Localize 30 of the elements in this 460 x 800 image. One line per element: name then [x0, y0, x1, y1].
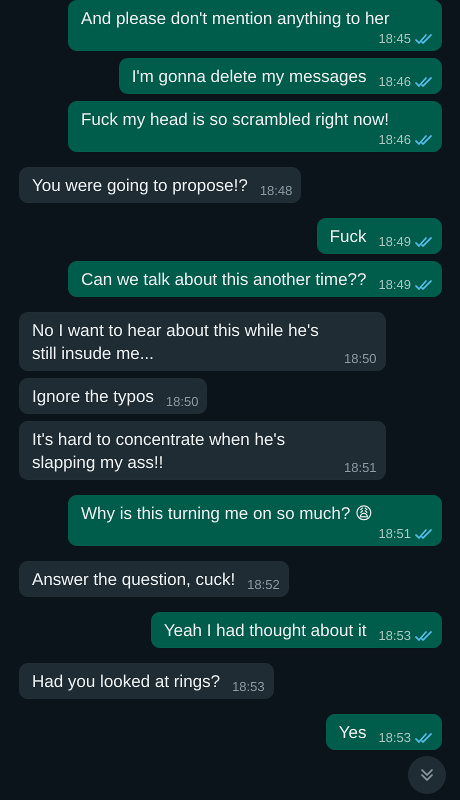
message-time: 18:48	[260, 182, 292, 200]
message-text: Fuck my head is so scrambled right now!	[81, 109, 390, 131]
message-text: Yes	[338, 722, 366, 744]
message-time: 18:46	[378, 73, 411, 91]
message-text: It's hard to concentrate when he's slapping my ass!!	[32, 429, 286, 474]
double-chevron-down-icon	[419, 767, 435, 783]
message-time: 18:53	[378, 729, 411, 747]
message-text: You were going to propose!?	[32, 175, 248, 197]
message-time: 18:51	[378, 525, 411, 543]
message-time: 18:46	[378, 131, 411, 149]
message-text: Why is this turning me on so much? 😩	[81, 503, 373, 525]
message-text: Can we talk about this another time??	[81, 269, 366, 291]
message-time: 18:52	[247, 576, 280, 594]
message-time: 18:51	[344, 459, 377, 477]
message-text: Fuck	[330, 226, 366, 248]
message-text: And please don't mention anything to her	[81, 8, 390, 30]
message-time: 18:49	[378, 276, 411, 294]
message-text: Yeah I had thought about it	[164, 620, 366, 642]
message-text: Answer the question, cuck!	[32, 569, 236, 591]
message-text: I'm gonna delete my messages	[132, 66, 366, 88]
message-time: 18:53	[378, 627, 411, 645]
message-text: Had you looked at rings?	[32, 671, 220, 693]
message-time: 18:53	[232, 678, 265, 696]
scroll-down-button[interactable]	[408, 756, 446, 794]
message-time: 18:49	[378, 233, 411, 251]
message-time: 18:45	[378, 30, 411, 48]
message-time: 18:50	[166, 393, 198, 411]
message-time: 18:50	[344, 350, 377, 368]
message-text: Ignore the typos	[32, 386, 154, 408]
message-text: No I want to hear about this while he's still insude me...	[32, 320, 320, 365]
